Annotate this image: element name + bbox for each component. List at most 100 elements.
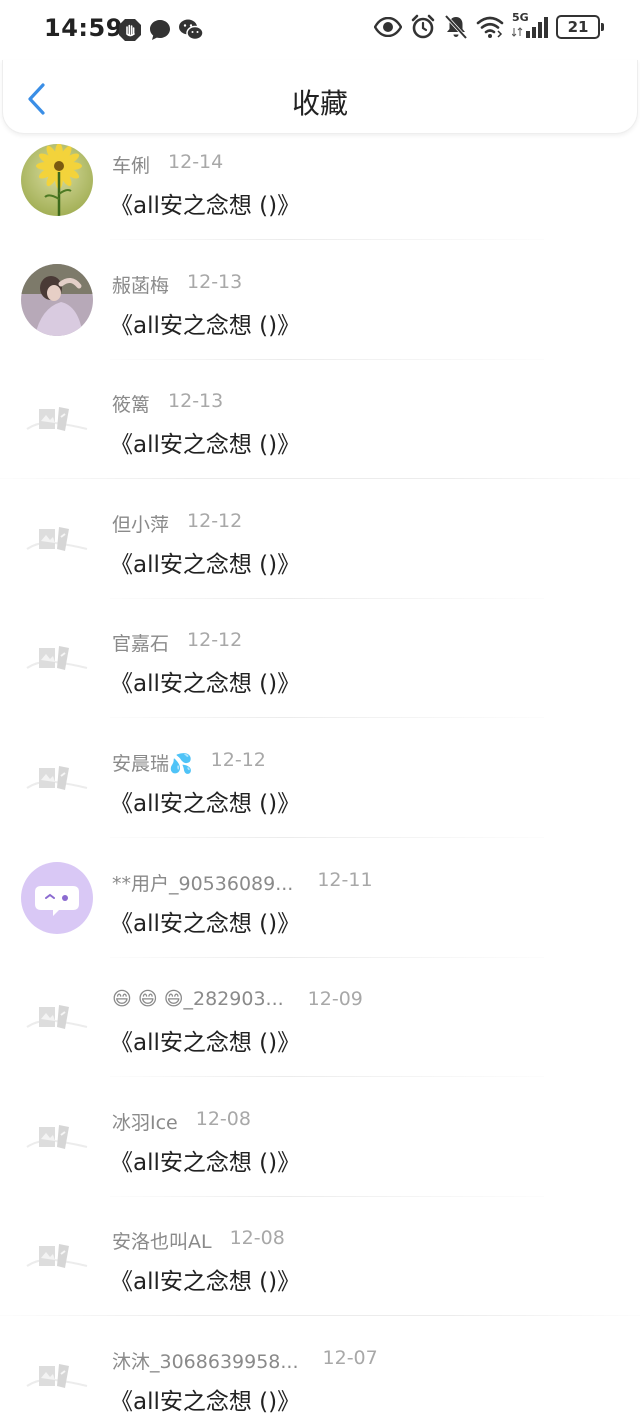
image-placeholder-icon — [21, 383, 93, 456]
signal-5g-icon: 5G — [512, 11, 548, 39]
divider — [110, 836, 544, 838]
item-meta: 安晨瑞💦 12-12 — [112, 749, 266, 776]
divider — [110, 597, 544, 599]
divider — [110, 1195, 544, 1197]
list-item[interactable]: 但小萍 12-12 《all安之念想 ()》 — [0, 501, 640, 621]
image-placeholder-icon — [21, 502, 93, 575]
divider — [110, 717, 544, 719]
battery-icon: 21 — [556, 15, 604, 39]
list-item[interactable]: 车俐 12-14 《all安之念想 ()》 — [0, 142, 640, 262]
user-name[interactable]: 赧菡梅 — [112, 271, 169, 298]
wechat-icon — [178, 18, 204, 42]
eye-icon — [374, 17, 402, 37]
item-date: 12-12 — [187, 509, 243, 532]
item-content[interactable]: 《all安之念想 ()》 — [110, 425, 300, 459]
photo-avatar-icon — [21, 263, 93, 336]
user-name[interactable]: 沐沐_3068639958... — [112, 1347, 299, 1374]
item-date: 12-12 — [210, 748, 266, 771]
list-item[interactable]: 赧菡梅 12-13 《all安之念想 ()》 — [0, 262, 640, 382]
item-meta: 😄 😄 😄_282903... 12-09 — [112, 988, 363, 1010]
image-placeholder-icon — [21, 1339, 93, 1412]
divider — [0, 478, 640, 480]
avatar[interactable] — [21, 502, 93, 575]
user-name[interactable]: 但小萍 — [112, 510, 169, 537]
item-date: 12-07 — [322, 1346, 378, 1369]
wifi-icon — [476, 15, 504, 39]
system-icons: 5G 21 — [374, 11, 604, 40]
avatar[interactable] — [21, 1339, 93, 1412]
avatar[interactable] — [21, 1100, 93, 1173]
image-placeholder-icon — [21, 1100, 93, 1173]
item-content[interactable]: 《all安之念想 ()》 — [110, 1143, 300, 1177]
avatar[interactable] — [21, 741, 93, 814]
item-meta: 沐沐_3068639958... 12-07 — [112, 1347, 378, 1374]
user-name[interactable]: **用户_90536089... — [112, 869, 293, 896]
message-bubble-icon — [148, 18, 172, 42]
divider — [0, 1315, 640, 1317]
divider — [110, 1076, 544, 1078]
user-name[interactable]: 车俐 — [112, 151, 150, 178]
item-content[interactable]: 《all安之念想 ()》 — [110, 1382, 300, 1416]
image-placeholder-icon — [21, 741, 93, 814]
divider — [110, 956, 544, 958]
item-content[interactable]: 《all安之念想 ()》 — [110, 904, 300, 938]
item-meta: 但小萍 12-12 — [112, 510, 242, 537]
page-title: 收藏 — [291, 87, 348, 120]
list-item[interactable]: 筱篱 12-13 《all安之念想 ()》 — [0, 381, 640, 501]
item-meta: 车俐 12-14 — [112, 151, 223, 178]
item-date: 12-08 — [229, 1227, 285, 1250]
user-name[interactable]: 冰羽Ice — [112, 1108, 178, 1135]
divider — [110, 239, 544, 240]
avatar[interactable] — [21, 144, 93, 216]
list-item[interactable]: 冰羽Ice 12-08 《all安之念想 ()》 — [0, 1099, 640, 1219]
status-bar: 14:59 5G 21 — [0, 0, 640, 60]
user-name[interactable]: 筱篱 — [112, 390, 150, 417]
avatar[interactable] — [21, 981, 93, 1054]
item-date: 12-11 — [317, 868, 373, 891]
item-meta: 冰羽Ice 12-08 — [112, 1108, 251, 1135]
item-meta: 官嘉石 12-12 — [112, 629, 242, 656]
item-content[interactable]: 《all安之念想 ()》 — [110, 664, 300, 698]
battery-level: 21 — [567, 17, 589, 36]
user-name[interactable]: 安洛也叫AL — [112, 1227, 212, 1254]
user-name[interactable]: 😄 😄 😄_282903... — [112, 988, 284, 1010]
avatar[interactable] — [21, 861, 93, 934]
item-meta: 筱篱 12-13 — [112, 390, 223, 417]
list-item[interactable]: 安洛也叫AL 12-08 《all安之念想 ()》 — [0, 1218, 640, 1338]
avatar[interactable] — [21, 263, 93, 336]
notification-icons — [118, 18, 204, 42]
bell-muted-icon — [444, 14, 468, 40]
list-item[interactable]: 官嘉石 12-12 《all安之念想 ()》 — [0, 620, 640, 740]
user-name[interactable]: 官嘉石 — [112, 629, 169, 656]
image-placeholder-icon — [21, 981, 93, 1054]
list-item[interactable]: 😄 😄 😄_282903... 12-09 《all安之念想 ()》 — [0, 979, 640, 1099]
divider — [110, 358, 544, 360]
item-content[interactable]: 《all安之念想 ()》 — [110, 1023, 300, 1057]
item-content[interactable]: 《all安之念想 ()》 — [110, 545, 300, 579]
list-item[interactable]: 沐沐_3068639958... 12-07 《all安之念想 ()》 — [0, 1338, 640, 1422]
avatar[interactable] — [21, 1220, 93, 1293]
favorites-list: 车俐 12-14 《all安之念想 ()》 赧菡梅 12-13 《all安之念想… — [0, 142, 640, 1422]
item-date: 12-13 — [187, 270, 243, 293]
avatar[interactable] — [21, 383, 93, 456]
item-date: 12-12 — [187, 629, 243, 652]
item-content[interactable]: 《all安之念想 ()》 — [110, 186, 300, 220]
item-content[interactable]: 《all安之念想 ()》 — [110, 306, 300, 340]
image-placeholder-icon — [21, 1220, 93, 1293]
alarm-icon — [410, 14, 436, 40]
status-time: 14:59 — [44, 14, 123, 42]
list-item[interactable]: **用户_90536089... 12-11 《all安之念想 ()》 — [0, 860, 640, 980]
item-meta: 赧菡梅 12-13 — [112, 271, 242, 298]
chat-bubble-avatar-icon — [21, 861, 93, 934]
image-placeholder-icon — [21, 622, 93, 695]
item-date: 12-13 — [168, 390, 224, 413]
navigation-header: 收藏 — [2, 60, 638, 134]
list-item[interactable]: 安晨瑞💦 12-12 《all安之念想 ()》 — [0, 740, 640, 860]
avatar[interactable] — [21, 622, 93, 695]
item-content[interactable]: 《all安之念想 ()》 — [110, 784, 300, 818]
item-content[interactable]: 《all安之念想 ()》 — [110, 1262, 300, 1296]
item-date: 12-14 — [168, 151, 224, 173]
flower-avatar-icon — [21, 144, 93, 216]
user-name[interactable]: 安晨瑞💦 — [112, 749, 193, 776]
item-date: 12-09 — [307, 988, 363, 1011]
